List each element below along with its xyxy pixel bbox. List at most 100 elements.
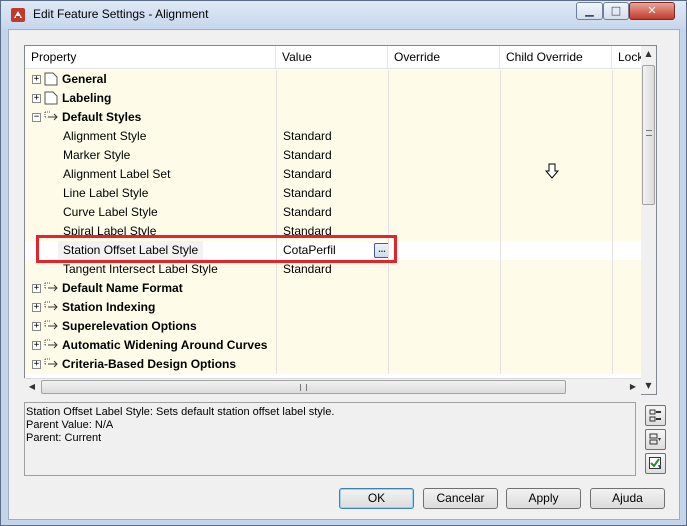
expand-icon[interactable]: + [32, 341, 41, 350]
property-cell[interactable]: Line Label Style [25, 184, 276, 203]
override-cell[interactable] [388, 279, 500, 298]
categorized-view-button[interactable] [645, 405, 666, 426]
ok-button[interactable]: OK [339, 488, 414, 509]
help-button[interactable]: Ajuda [590, 488, 665, 509]
property-cell[interactable]: Marker Style [25, 146, 276, 165]
override-cell[interactable] [388, 146, 500, 165]
value-cell[interactable]: Standard [276, 203, 388, 222]
value-cell[interactable]: Standard [276, 222, 388, 241]
property-cell[interactable]: Tangent Intersect Label Style [25, 260, 276, 279]
property-row[interactable]: Line Label Style Standard [25, 184, 655, 203]
override-cell[interactable] [388, 127, 500, 146]
collapse-icon[interactable]: − [32, 113, 41, 122]
override-cell[interactable] [388, 241, 500, 260]
property-cell[interactable]: Spiral Label Style [25, 222, 276, 241]
property-row[interactable]: Alignment Style Standard [25, 127, 655, 146]
property-cell[interactable]: Curve Label Style [25, 203, 276, 222]
column-header-property[interactable]: Property [25, 46, 276, 69]
property-cell[interactable]: + Automatic Widening Around Curves [25, 336, 276, 355]
close-button[interactable]: ✕ [629, 2, 675, 20]
value-cell[interactable]: CotaPerfil... [276, 241, 388, 260]
horizontal-scroll-thumb[interactable] [41, 380, 566, 394]
value-cell[interactable] [276, 355, 388, 374]
value-cell[interactable] [276, 279, 388, 298]
title-bar[interactable]: Edit Feature Settings - Alignment ▁ □ ✕ [1, 1, 686, 29]
category-row[interactable]: + Criteria-Based Design Options [25, 355, 655, 374]
child-override-cell[interactable] [500, 279, 612, 298]
override-cell[interactable] [388, 260, 500, 279]
minimize-button[interactable]: ▁ [576, 2, 603, 20]
property-cell[interactable]: Alignment Label Set [25, 165, 276, 184]
horizontal-scrollbar[interactable]: ◀ ▶ [24, 378, 641, 395]
value-cell[interactable]: Standard [276, 165, 388, 184]
property-grid[interactable]: Property Value Override Child Override L… [24, 45, 656, 395]
column-header-value[interactable]: Value [276, 46, 388, 69]
property-cell[interactable]: Station Offset Label Style [25, 241, 276, 260]
override-cell[interactable] [388, 165, 500, 184]
value-cell[interactable] [276, 336, 388, 355]
override-cell[interactable] [388, 89, 500, 108]
override-cell[interactable] [388, 222, 500, 241]
category-row[interactable]: + Automatic Widening Around Curves [25, 336, 655, 355]
scroll-up-icon[interactable]: ▲ [641, 46, 656, 62]
vertical-scroll-thumb[interactable] [642, 65, 655, 205]
child-override-cell[interactable] [500, 317, 612, 336]
override-check-button[interactable] [645, 453, 666, 474]
override-cell[interactable] [388, 70, 500, 89]
property-row[interactable]: Curve Label Style Standard [25, 203, 655, 222]
column-header-override[interactable]: Override [388, 46, 500, 69]
property-cell[interactable]: + Default Name Format [25, 279, 276, 298]
category-row[interactable]: + Default Name Format [25, 279, 655, 298]
property-row[interactable]: Marker Style Standard [25, 146, 655, 165]
expand-icon[interactable]: + [32, 360, 41, 369]
override-cell[interactable] [388, 108, 500, 127]
filter-view-button[interactable] [645, 429, 666, 450]
value-cell[interactable]: Standard [276, 260, 388, 279]
category-row[interactable]: − Default Styles [25, 108, 655, 127]
category-row[interactable]: + Station Indexing [25, 298, 655, 317]
child-override-cell[interactable] [500, 260, 612, 279]
property-cell[interactable]: Alignment Style [25, 127, 276, 146]
property-cell[interactable]: + Labeling [25, 89, 276, 108]
scroll-left-icon[interactable]: ◀ [24, 379, 40, 395]
child-override-cell[interactable] [500, 184, 612, 203]
value-cell[interactable] [276, 70, 388, 89]
vertical-scrollbar[interactable]: ▲ ▼ [641, 45, 657, 395]
expand-icon[interactable]: + [32, 322, 41, 331]
property-row[interactable]: Alignment Label Set Standard [25, 165, 655, 184]
property-row[interactable]: Spiral Label Style Standard [25, 222, 655, 241]
column-header-child-override[interactable]: Child Override [500, 46, 612, 69]
category-row[interactable]: + Labeling [25, 89, 655, 108]
cancel-button[interactable]: Cancelar [423, 488, 498, 509]
category-row[interactable]: + General [25, 70, 655, 89]
expand-icon[interactable]: + [32, 284, 41, 293]
override-cell[interactable] [388, 298, 500, 317]
maximize-button[interactable]: □ [603, 2, 629, 20]
child-override-cell[interactable] [500, 127, 612, 146]
child-override-cell[interactable] [500, 203, 612, 222]
child-override-cell[interactable] [500, 89, 612, 108]
value-cell[interactable]: Standard [276, 184, 388, 203]
child-override-cell[interactable] [500, 108, 612, 127]
value-cell[interactable] [276, 89, 388, 108]
property-row[interactable]: Station Offset Label Style CotaPerfil... [25, 241, 655, 260]
override-cell[interactable] [388, 203, 500, 222]
override-cell[interactable] [388, 355, 500, 374]
expand-icon[interactable]: + [32, 303, 41, 312]
property-cell[interactable]: + Station Indexing [25, 298, 276, 317]
property-cell[interactable]: + Criteria-Based Design Options [25, 355, 276, 374]
value-cell[interactable] [276, 298, 388, 317]
property-cell[interactable]: + Superelevation Options [25, 317, 276, 336]
property-row[interactable]: Tangent Intersect Label Style Standard [25, 260, 655, 279]
value-cell[interactable]: Standard [276, 127, 388, 146]
scroll-down-icon[interactable]: ▼ [641, 378, 656, 394]
expand-icon[interactable]: + [32, 75, 41, 84]
scroll-right-icon[interactable]: ▶ [625, 379, 641, 395]
apply-button[interactable]: Apply [506, 488, 581, 509]
child-override-cell[interactable] [500, 241, 612, 260]
child-override-cell[interactable] [500, 355, 612, 374]
override-cell[interactable] [388, 184, 500, 203]
category-row[interactable]: + Superelevation Options [25, 317, 655, 336]
child-override-cell[interactable] [500, 298, 612, 317]
override-cell[interactable] [388, 336, 500, 355]
